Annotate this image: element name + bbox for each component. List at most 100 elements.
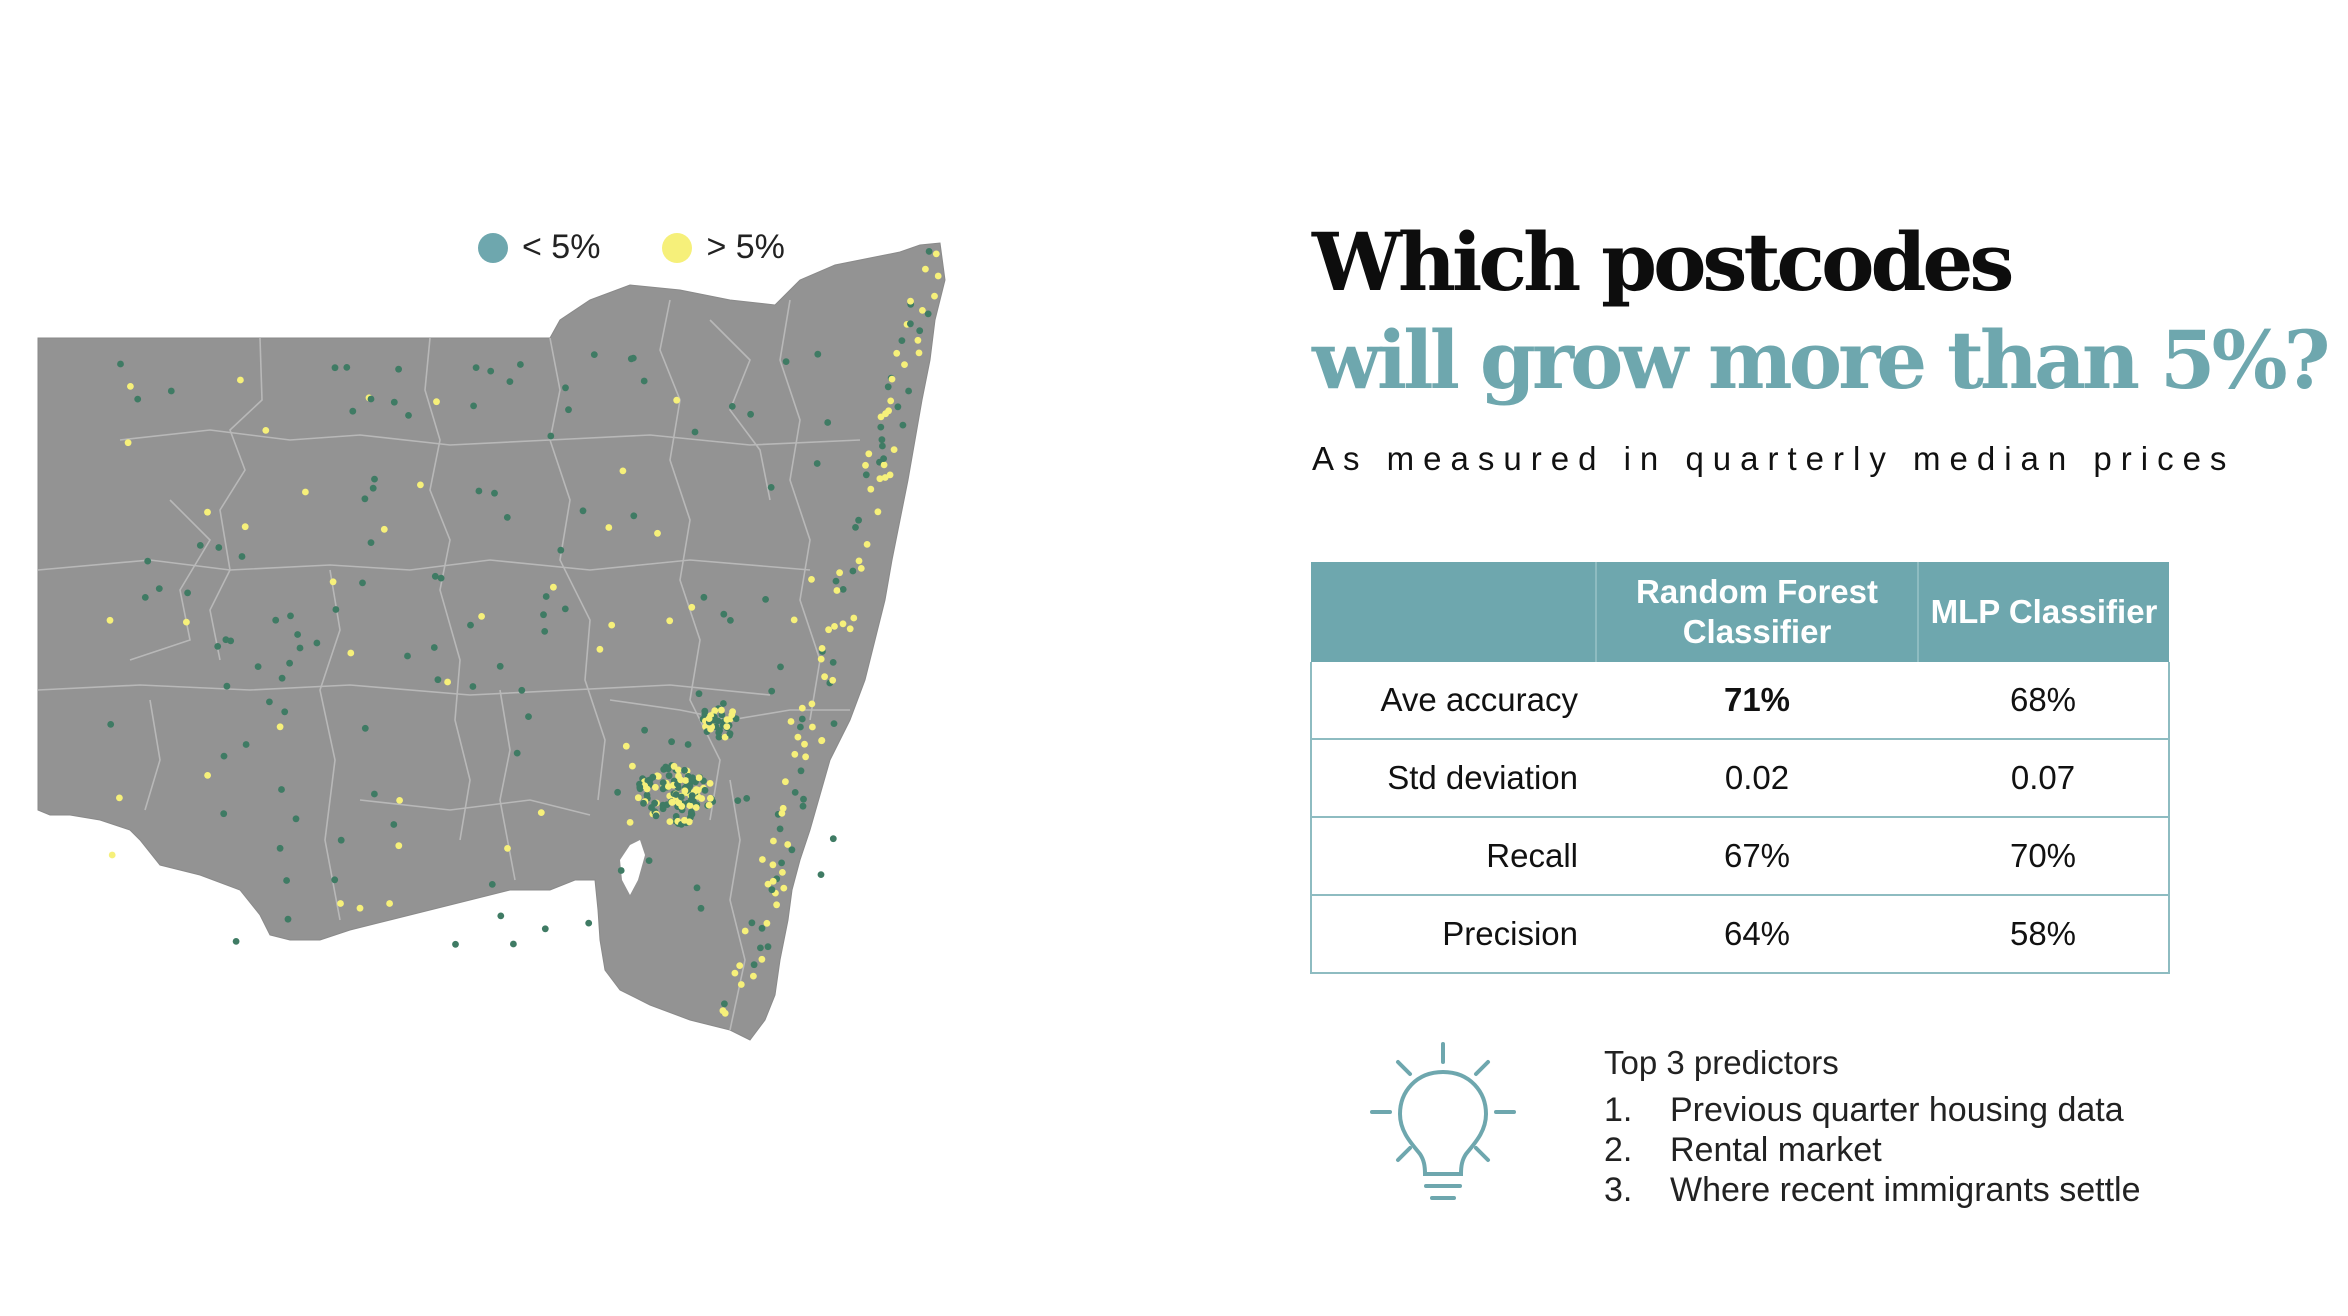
metric-label: Recall: [1310, 817, 1596, 896]
postcode-dot: [296, 644, 304, 652]
postcode-dot: [214, 643, 222, 650]
postcode-dot: [640, 799, 647, 807]
postcode-dot: [665, 783, 672, 790]
postcode-dot: [167, 387, 175, 395]
postcode-dot: [762, 596, 769, 603]
postcode-dot: [470, 402, 477, 410]
postcode-dot: [833, 587, 841, 594]
list-text: Rental market: [1670, 1131, 1882, 1169]
postcode-dot: [183, 618, 190, 626]
postcode-dot: [814, 350, 822, 358]
postcode-dot: [107, 721, 115, 728]
postcode-dot: [907, 320, 914, 328]
postcode-dot: [204, 508, 211, 516]
postcode-dot: [283, 877, 290, 884]
postcode-dot: [867, 485, 875, 493]
table-row: Std deviation 0.02 0.07: [1310, 739, 2170, 818]
postcode-dot: [901, 361, 908, 368]
table-row: Ave accuracy 71% 68%: [1310, 662, 2170, 740]
postcode-dot: [404, 652, 411, 660]
list-item: 1. Previous quarter housing data: [1604, 1090, 2141, 1130]
postcode-dot: [893, 349, 901, 357]
postcode-dot: [634, 794, 642, 802]
postcode-dot: [386, 900, 393, 907]
postcode-dot: [395, 365, 402, 373]
postcode-dot: [504, 845, 511, 852]
postcode-dot: [884, 383, 892, 391]
mlp-value: 68%: [1918, 662, 2170, 740]
postcode-dot: [223, 682, 231, 690]
postcode-dot: [417, 481, 424, 489]
postcode-dot: [652, 812, 660, 820]
postcode-dot: [525, 713, 532, 720]
table-header-row: Random Forest Classifier MLP Classifier: [1311, 562, 2169, 662]
postcode-dot: [513, 749, 521, 757]
postcode-dot: [791, 750, 799, 758]
postcode-dot: [617, 867, 625, 874]
postcode-dot: [769, 877, 777, 885]
metric-label: Precision: [1310, 895, 1596, 974]
postcode-dot: [537, 809, 545, 816]
postcode-dot: [369, 484, 377, 492]
postcode-dot: [882, 410, 889, 418]
postcode-dot: [743, 795, 751, 802]
postcode-dot: [349, 407, 357, 415]
postcode-dot: [565, 406, 572, 414]
postcode-dot: [813, 460, 821, 467]
postcode-dot: [276, 844, 284, 852]
postcode-dot: [694, 786, 702, 794]
postcode-dot: [784, 841, 792, 848]
postcode-dot: [863, 541, 871, 548]
list-number: 1.: [1604, 1091, 1633, 1129]
postcode-dot: [266, 698, 273, 706]
postcode-dot: [718, 706, 725, 714]
postcode-dot: [750, 972, 757, 980]
postcode-dot: [332, 606, 340, 613]
postcode-dot: [759, 856, 766, 863]
nsw-state-shape: [37, 242, 946, 1041]
rf-value: 71%: [1596, 662, 1918, 740]
page-title: Which postcodes: [1312, 215, 2014, 309]
lightbulb-icon: [1370, 1042, 1516, 1200]
postcode-dot: [367, 539, 375, 546]
postcode-dot: [506, 378, 514, 385]
metric-label: Std deviation: [1310, 739, 1596, 818]
postcode-dot: [862, 461, 869, 469]
postcode-dot: [433, 398, 440, 406]
postcode-dot: [547, 432, 555, 440]
postcode-dot: [736, 962, 744, 969]
postcode-dot: [343, 364, 351, 371]
postcode-dot: [829, 659, 837, 666]
postcode-dot: [302, 488, 309, 496]
postcode-dot: [487, 367, 495, 375]
list-text: Where recent immigrants settle: [1670, 1171, 2141, 1209]
postcode-dot: [916, 327, 924, 335]
postcode-dot: [865, 450, 873, 458]
postcode-dot: [614, 788, 621, 796]
postcode-dot: [876, 475, 884, 483]
postcode-dot: [238, 553, 246, 560]
list-number: 2.: [1604, 1131, 1633, 1169]
postcode-dot: [670, 762, 678, 770]
postcode-dot: [839, 586, 847, 593]
postcode-dot: [706, 780, 714, 787]
postcode-dot: [697, 904, 705, 912]
mlp-value: 58%: [1918, 895, 2170, 974]
postcode-dot: [731, 969, 739, 977]
postcode-dot: [763, 919, 771, 927]
postcode-dot: [850, 614, 858, 622]
postcode-dot: [472, 364, 480, 371]
postcode-dot: [284, 915, 292, 923]
postcode-dot: [184, 589, 192, 597]
postcode-dot: [857, 565, 865, 572]
postcode-dot: [778, 859, 785, 867]
postcode-dot: [496, 662, 504, 670]
postcode-dot: [824, 419, 832, 426]
postcode-dot: [651, 799, 658, 807]
postcode-dot: [698, 795, 706, 802]
postcode-dot: [720, 610, 728, 618]
table-header-empty: [1311, 562, 1597, 662]
postcode-dot: [144, 557, 152, 565]
postcode-dot: [831, 623, 838, 630]
predictors-title: Top 3 predictors: [1604, 1044, 1839, 1081]
